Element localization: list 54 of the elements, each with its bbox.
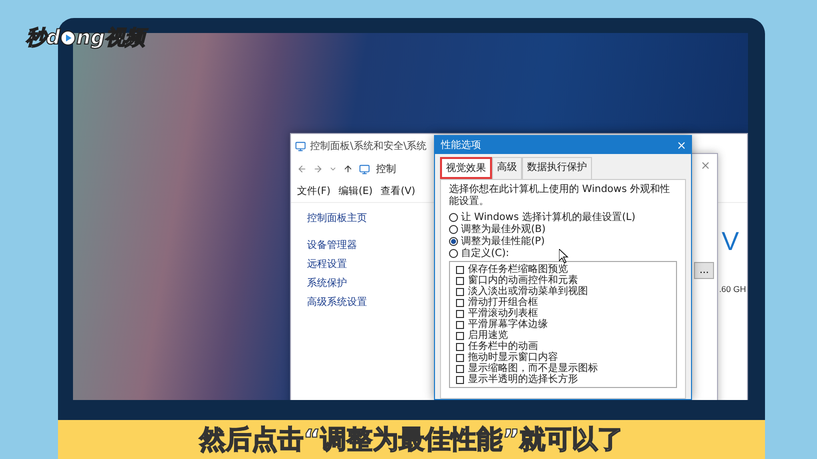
radio-button[interactable] bbox=[449, 212, 458, 222]
breadcrumb[interactable]: 控制 bbox=[376, 162, 396, 176]
checkbox[interactable] bbox=[456, 288, 464, 296]
monitor-icon bbox=[359, 164, 370, 174]
processor-text: .60 GH bbox=[719, 284, 746, 294]
checkbox[interactable] bbox=[456, 332, 464, 340]
window-title: 控制面板\系统和安全\系统 bbox=[310, 140, 427, 153]
checkbox-label[interactable]: 保存任务栏缩略图预览 bbox=[468, 264, 568, 275]
checkbox-label[interactable]: 平滑滚动列表框 bbox=[468, 308, 538, 319]
checkbox-label[interactable]: 淡入淡出或滑动菜单到视图 bbox=[468, 286, 588, 297]
checkbox[interactable] bbox=[456, 310, 464, 318]
checkbox[interactable] bbox=[456, 376, 464, 384]
checkbox[interactable] bbox=[456, 276, 464, 284]
dialog-title: 性能选项 bbox=[441, 138, 481, 152]
checkbox-label[interactable]: 任务栏中的动画 bbox=[468, 341, 538, 352]
checkbox-label[interactable]: 显示缩略图，而不是显示图标 bbox=[468, 363, 598, 374]
checkbox[interactable] bbox=[456, 266, 464, 274]
up-icon[interactable] bbox=[343, 164, 353, 174]
radio-label[interactable]: 调整为最佳性能(P) bbox=[461, 234, 545, 248]
radio-label[interactable]: 调整为最佳外观(B) bbox=[461, 222, 546, 236]
menu-item[interactable]: 编辑(E) bbox=[338, 184, 373, 198]
radio-button[interactable] bbox=[449, 236, 458, 246]
settings-button[interactable]: ... bbox=[694, 262, 714, 279]
back-icon[interactable] bbox=[297, 164, 307, 174]
checkbox[interactable] bbox=[456, 298, 464, 306]
tab[interactable]: 高级 bbox=[492, 157, 522, 179]
checkbox-label[interactable]: 拖动时显示窗口内容 bbox=[468, 352, 558, 363]
checkbox[interactable] bbox=[456, 342, 464, 350]
menu-item[interactable]: 查看(V) bbox=[380, 184, 416, 198]
checkbox-label[interactable]: 启用速览 bbox=[468, 330, 508, 341]
mouse-pointer-icon bbox=[559, 249, 569, 264]
monitor-icon bbox=[295, 140, 306, 152]
brand-letter: V bbox=[722, 226, 739, 256]
tab[interactable]: 视觉效果 bbox=[440, 157, 492, 179]
checkbox[interactable] bbox=[456, 354, 464, 362]
chevron-icon[interactable] bbox=[329, 165, 337, 173]
radio-label[interactable]: 让 Windows 选择计算机的最佳设置(L) bbox=[461, 210, 636, 224]
checkbox-label[interactable]: 平滑屏幕字体边缘 bbox=[468, 319, 548, 330]
description-text: 选择你想在此计算机上使用的 Windows 外观和性能设置。 bbox=[449, 184, 671, 208]
radio-button[interactable] bbox=[449, 224, 458, 234]
checkbox-label[interactable]: 窗口内的动画控件和元素 bbox=[468, 275, 578, 286]
menu-item[interactable]: 文件(F) bbox=[297, 184, 331, 198]
play-icon bbox=[60, 30, 76, 46]
subtitle: 然后点击“调整为最佳性能”就可以了 bbox=[199, 424, 624, 457]
checkbox[interactable] bbox=[456, 364, 464, 372]
checkbox-label[interactable]: 滑动打开组合框 bbox=[468, 297, 538, 308]
radio-label[interactable]: 自定义(C): bbox=[461, 246, 510, 260]
checkbox[interactable] bbox=[456, 320, 464, 328]
forward-icon[interactable] bbox=[313, 164, 323, 174]
close-icon[interactable] bbox=[700, 160, 711, 171]
radio-button[interactable] bbox=[449, 248, 458, 258]
checkbox-label[interactable]: 显示半透明的选择长方形 bbox=[468, 374, 578, 385]
close-icon[interactable] bbox=[676, 140, 687, 150]
tab[interactable]: 数据执行保护 bbox=[522, 157, 592, 179]
